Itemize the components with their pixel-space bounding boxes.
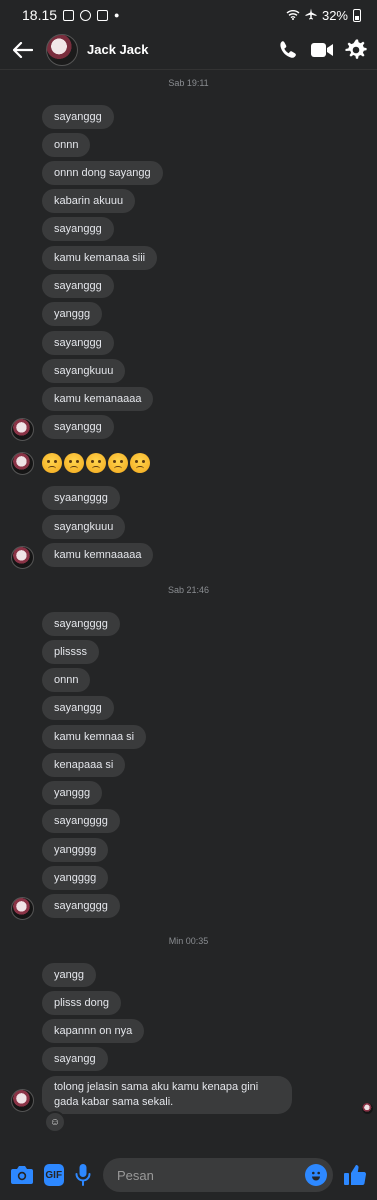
message-bubble[interactable]: tolong jelasin sama aku kamu kenapa gini… — [42, 1076, 292, 1114]
angry-face-icon — [86, 453, 106, 473]
message-input[interactable] — [103, 1158, 333, 1192]
like-thumb-icon[interactable] — [343, 1162, 367, 1188]
message-bubble[interactable]: sayanggg — [42, 274, 114, 298]
read-receipt-avatar — [362, 1103, 373, 1114]
camera-icon[interactable] — [10, 1162, 34, 1188]
sender-avatar[interactable] — [11, 546, 34, 569]
message-bubble[interactable]: sayangg — [42, 1047, 108, 1071]
whatsapp-notification-icon — [80, 9, 92, 21]
back-arrow-icon[interactable] — [10, 37, 36, 63]
message-bubble[interactable]: yanggg — [42, 781, 103, 805]
message-bubble[interactable]: onnn — [42, 668, 91, 692]
message-bubble[interactable]: sayanggg — [42, 415, 114, 439]
message-bubble[interactable]: yangggg — [42, 838, 109, 862]
message-bubble[interactable]: kapannn on nya — [42, 1019, 145, 1043]
message-input-wrapper — [103, 1158, 333, 1192]
message-bubble[interactable]: kenapaaa si — [42, 753, 126, 777]
emoji-picker-icon[interactable] — [305, 1164, 327, 1186]
sender-avatar[interactable] — [11, 897, 34, 920]
message-bubble[interactable]: sayangkuuu — [42, 515, 126, 539]
sender-avatar[interactable] — [11, 1089, 34, 1112]
message-bubble[interactable]: sayangkuuu — [42, 359, 126, 383]
timestamp: Min 00:35 — [168, 936, 209, 946]
video-call-icon[interactable] — [311, 39, 333, 61]
sender-avatar[interactable] — [11, 418, 34, 441]
angry-face-icon — [130, 453, 150, 473]
message-bubble[interactable]: plissss — [42, 640, 100, 664]
emoji-message[interactable] — [42, 453, 150, 473]
phone-icon[interactable] — [277, 39, 299, 61]
gif-icon[interactable]: GIF — [44, 1164, 64, 1186]
message-bubble[interactable]: kamu kemanaa siii — [42, 246, 158, 270]
message-bubble[interactable]: sayanggg — [42, 217, 114, 241]
message-bubble[interactable]: sayangggg — [42, 894, 120, 918]
message-bubble[interactable]: yanggg — [42, 302, 103, 326]
chat-header: Jack Jack — [0, 30, 377, 70]
timestamp: Sab 21:46 — [167, 585, 210, 595]
timestamp: Sab 19:11 — [168, 78, 209, 88]
instagram-notification-icon — [97, 9, 109, 21]
battery-level: 32% — [321, 7, 348, 23]
settings-gear-icon[interactable] — [345, 39, 367, 61]
status-time: 18.15 — [22, 7, 58, 23]
message-bubble[interactable]: sayangggg — [42, 612, 120, 636]
more-notifications-icon: ● — [114, 10, 120, 20]
message-bubble[interactable]: kamu kemnaa si — [42, 725, 147, 749]
status-bar: 18.15 ● 32% — [0, 0, 377, 30]
message-bubble[interactable]: plisss dong — [42, 991, 122, 1015]
contact-avatar[interactable] — [46, 33, 78, 66]
sender-avatar[interactable] — [11, 452, 34, 475]
message-bubble[interactable]: sayanggg — [42, 105, 114, 129]
message-bubble[interactable]: yangg — [42, 963, 96, 987]
wifi-icon — [286, 8, 300, 23]
message-bubble[interactable]: sayanggg — [42, 696, 114, 720]
angry-face-icon — [42, 453, 62, 473]
message-bubble[interactable]: kamu kemnaaaaa — [42, 543, 154, 567]
angry-face-icon — [64, 453, 84, 473]
microphone-icon[interactable] — [74, 1162, 94, 1188]
reaction-icon[interactable]: ☺ — [44, 1111, 66, 1133]
message-bubble[interactable]: onnn — [42, 133, 91, 157]
message-bubble[interactable]: syaangggg — [42, 486, 120, 510]
message-bubble[interactable]: onnn dong sayangg — [42, 161, 163, 185]
message-bubble[interactable]: kabarin akuuu — [42, 189, 136, 213]
battery-icon — [353, 8, 361, 22]
message-bubble[interactable]: kamu kemanaaaa — [42, 387, 154, 411]
airplane-mode-icon — [305, 8, 317, 23]
gallery-notification-icon — [63, 9, 75, 21]
angry-face-icon — [108, 453, 128, 473]
contact-name[interactable]: Jack Jack — [87, 42, 148, 57]
message-bubble[interactable]: sayanggg — [42, 331, 114, 355]
message-bubble[interactable]: yangggg — [42, 866, 109, 890]
message-bubble[interactable]: sayangggg — [42, 809, 120, 833]
message-composer: GIF — [0, 1150, 377, 1200]
